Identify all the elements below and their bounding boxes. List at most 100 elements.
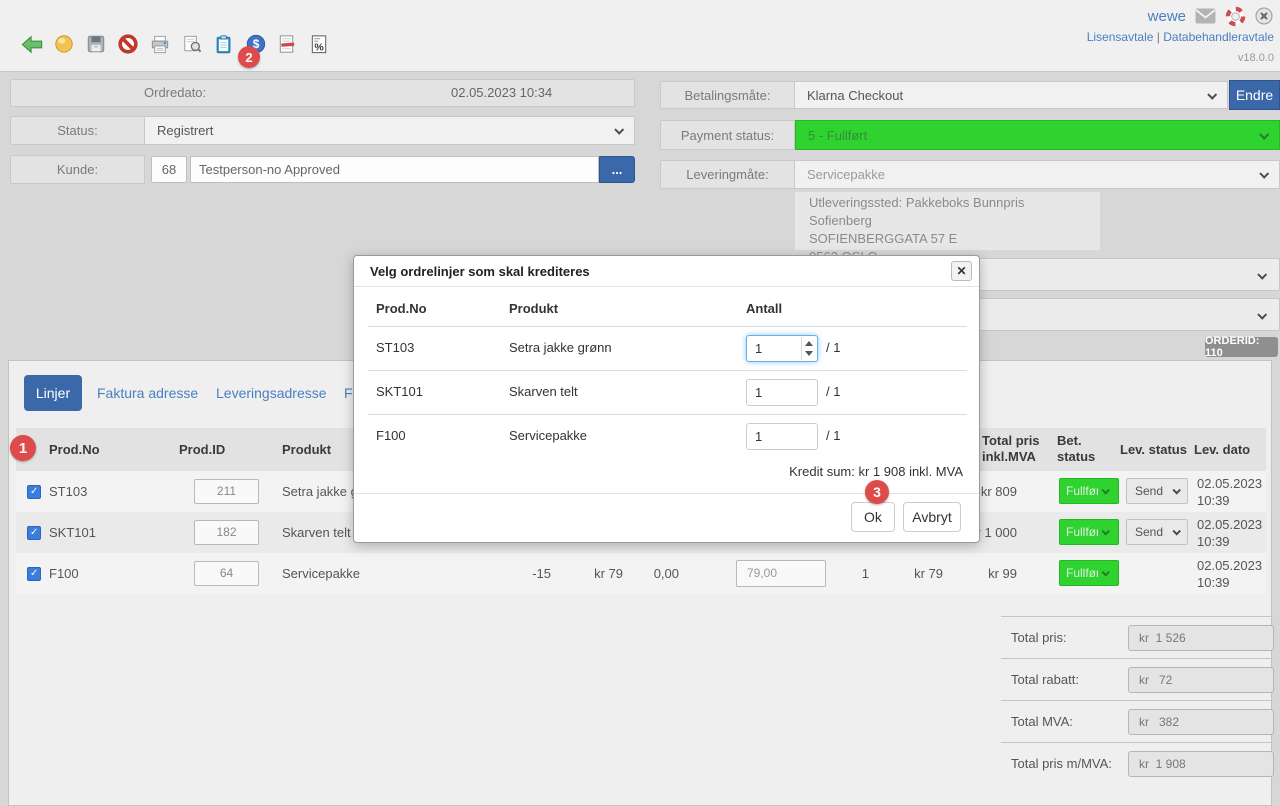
total-mva-label: Total MVA: [1011,701,1073,743]
antall-input[interactable] [747,424,817,449]
cell-prod-id[interactable]: 182 [194,520,259,545]
status-select[interactable]: Registrert [145,116,635,145]
cell-pris-input[interactable]: 79,00 [736,560,826,587]
bet-status-select[interactable]: Fullført [1059,478,1119,504]
cell-produkt: Skarven telt [282,512,351,553]
dialog-row-skt101: SKT101 Skarven telt / 1 [354,370,979,414]
total-pris-mva-row: Total pris m/MVA: kr 1 908 [1001,742,1273,784]
mail-icon[interactable] [1194,7,1216,25]
kunde-id-field[interactable] [151,156,187,183]
ok-button[interactable]: Ok [851,502,895,532]
kunde-name-field[interactable] [190,156,599,183]
status-value: Registrert [157,123,213,138]
kunde-browse-button[interactable]: ... [599,156,635,183]
document-search-icon[interactable] [178,31,205,57]
tab-leveringsadresse[interactable]: Leveringsadresse [216,375,327,411]
chevron-down-icon [614,125,624,135]
chevron-down-icon [1259,169,1269,179]
table-row-f100: F100 64 Servicepakke -15 kr 79 0,00 79,0… [16,553,1266,594]
clipboard-icon[interactable] [210,31,237,57]
dialog-close-icon[interactable]: ✕ [951,261,972,281]
bet-status-select[interactable]: Fullført [1059,560,1119,586]
lisensavtale-link[interactable]: Lisensavtale [1087,30,1154,44]
chevron-down-icon [1257,270,1267,280]
row-checkbox[interactable] [27,485,41,499]
leveringmate-select[interactable]: Servicepakke [795,160,1280,189]
callout-step-1: 1 [10,435,36,461]
ordredato-value: 02.05.2023 10:34 [451,80,552,106]
chevron-down-icon [1207,89,1217,99]
cell-total-pris: kr 99 [954,553,1017,594]
tab-faktura-adresse[interactable]: Faktura adresse [97,375,198,411]
chevron-down-icon [1259,129,1269,139]
reload-icon[interactable] [50,31,77,57]
dialog-row-f100: F100 Servicepakke / 1 [354,414,979,458]
dialog-cell-produkt: Setra jakke grønn [509,326,612,370]
dialog-cell-prod-no: SKT101 [376,370,423,414]
col-lev-status: Lev. status [1120,428,1187,471]
agreement-links: Lisensavtale | Databehandleravtale [1087,30,1274,44]
antall-input[interactable] [747,380,817,405]
chevron-down-icon [1172,486,1180,494]
databehandleravtale-link[interactable]: Databehandleravtale [1163,30,1274,44]
cell-prod-no: F100 [49,553,79,594]
total-pris-label: Total pris: [1011,617,1067,659]
dialog-cell-produkt: Servicepakke [509,414,587,458]
stepper-arrows-icon[interactable] [801,337,816,360]
help-ring-icon[interactable] [1224,5,1246,27]
betalingsmate-select[interactable]: Klarna Checkout [795,81,1228,109]
total-pris-mva-label: Total pris m/MVA: [1011,743,1112,785]
cell-sats: 0,00 [632,553,679,594]
chevron-down-icon [1172,527,1180,535]
row-checkbox[interactable] [27,526,41,540]
dialog-cell-prod-no: ST103 [376,326,414,370]
delivery-address-line: SOFIENBERGGATA 57 E [809,230,1086,248]
cell-prod-id[interactable]: 64 [194,561,259,586]
col-lev-dato: Lev. dato [1194,428,1250,471]
print-icon[interactable] [146,31,173,57]
lev-status-select[interactable]: Send [1126,519,1188,545]
total-rabatt-row: Total rabatt: kr 72 [1001,658,1273,700]
cancel-icon[interactable] [114,31,141,57]
tab-linjer[interactable]: Linjer [24,375,82,411]
total-mva-row: Total MVA: kr 382 [1001,700,1273,742]
antall-stepper[interactable] [746,379,818,406]
cell-rabatt: -15 [504,553,551,594]
cell-prod-no: ST103 [49,471,87,512]
payment-status-select[interactable]: 5 - Fullført [795,120,1280,150]
back-icon[interactable] [18,31,45,57]
cell-lev-dato: 02.05.202310:39 [1197,475,1262,509]
row-checkbox[interactable] [27,567,41,581]
chevron-down-icon [1101,568,1109,576]
antall-stepper[interactable] [746,423,818,450]
dialog-cell-produkt: Skarven telt [509,370,578,414]
dialog-title: Velg ordrelinjer som skal krediteres [354,256,979,287]
credit-note-icon[interactable] [274,31,301,57]
chevron-down-icon [1101,527,1109,535]
save-icon[interactable] [82,31,109,57]
username-link[interactable]: wewe [1148,8,1186,25]
avbryt-button[interactable]: Avbryt [903,502,961,532]
callout-step-2: 2 [238,46,260,68]
invoice-percent-icon[interactable]: % [306,31,333,57]
antall-stepper[interactable] [746,335,818,362]
total-pris-row: Total pris: kr 1 526 [1001,616,1273,658]
cell-pris: kr 79 [576,553,623,594]
leveringmate-value: Servicepakke [807,167,885,182]
close-icon[interactable] [1254,6,1274,26]
lev-status-select[interactable]: Send [1126,478,1188,504]
kunde-label: Kunde: [10,155,145,184]
status-label: Status: [10,116,145,145]
dialog-row-st103: ST103 Setra jakke grønn / 1 [354,326,979,370]
bet-status-select[interactable]: Fullført [1059,519,1119,545]
endre-button[interactable]: Endre [1229,80,1280,110]
cell-prod-id[interactable]: 211 [194,479,259,504]
total-pris-mva-value: kr 1 908 [1128,751,1274,777]
cell-prod-no: SKT101 [49,512,96,553]
payment-status-label: Payment status: [660,120,795,150]
delivery-address-block: Utleveringssted: Pakkeboks Bunnpris Sofi… [795,192,1100,250]
chevron-down-icon [1101,486,1109,494]
col-total-pris: Total prisinkl.MVA [982,433,1040,465]
payment-status-value: 5 - Fullført [808,128,867,143]
header-bar: wewe Lisensavtale | Databehandleravtale … [0,0,1280,72]
